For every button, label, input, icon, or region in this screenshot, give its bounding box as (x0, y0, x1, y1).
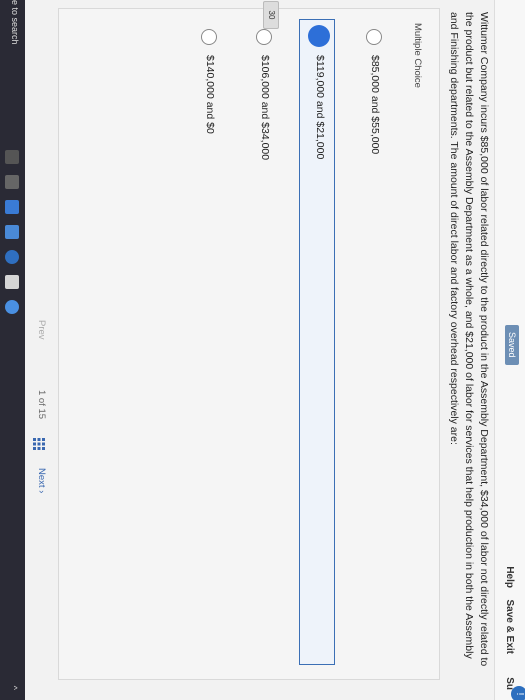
taskbar-search[interactable]: e to search (10, 0, 20, 45)
answer-option-label: $140,000 and $0 (204, 55, 216, 134)
amazon-icon[interactable] (5, 275, 19, 289)
notification-icon[interactable]: ! (511, 686, 525, 700)
question-text: Wittumer Company incurs $85,000 of labor… (448, 12, 490, 667)
answer-option-selected[interactable]: $119,000 and $21,000 (295, 9, 339, 677)
store-icon[interactable] (5, 225, 19, 239)
edge-icon[interactable] (5, 250, 19, 264)
answer-panel: Multiple Choice 30 $85,000 and $55,000 $… (58, 1, 440, 680)
grid-icon[interactable] (33, 438, 45, 450)
mic-icon[interactable] (5, 150, 19, 164)
answer-option-label: $119,000 and $21,000 (314, 55, 326, 160)
next-label: Next (36, 468, 47, 488)
chrome-icon[interactable] (5, 300, 19, 314)
page-indicator: 1 of 15 (36, 390, 47, 420)
answer-option[interactable]: $85,000 and $55,000 (350, 9, 394, 677)
browser-screen: Saved Help Save & Exit Su ! Wittumer Com… (0, 0, 525, 700)
answer-option[interactable]: $140,000 and $0 (185, 9, 229, 677)
radio-icon[interactable] (366, 29, 382, 45)
system-tray[interactable]: ^ (9, 686, 19, 690)
radio-icon[interactable] (201, 29, 217, 45)
photo-frame: Saved Help Save & Exit Su ! Wittumer Com… (0, 0, 525, 700)
radio-icon[interactable] (256, 29, 272, 45)
answer-option-label: $106,000 and $34,000 (259, 55, 271, 161)
help-link[interactable]: Help (504, 566, 515, 588)
radio-selected-icon[interactable] (308, 25, 330, 47)
folder-icon[interactable] (5, 200, 19, 214)
next-button[interactable]: Next › (29, 468, 47, 493)
chevron-right-icon: › (36, 490, 47, 494)
top-bar: Saved Help Save & Exit Su ! (494, 0, 525, 700)
taskbar: e to search ^ (0, 0, 25, 700)
answer-option-label: $85,000 and $55,000 (369, 55, 381, 155)
save-exit-link[interactable]: Save & Exit (504, 600, 515, 654)
question-type-label: Multiple Choice (412, 23, 423, 88)
answer-option[interactable]: $106,000 and $34,000 (240, 9, 284, 677)
task-view-icon[interactable] (5, 175, 19, 189)
saved-badge: Saved (505, 325, 519, 365)
prev-button[interactable]: Prev (29, 320, 47, 340)
